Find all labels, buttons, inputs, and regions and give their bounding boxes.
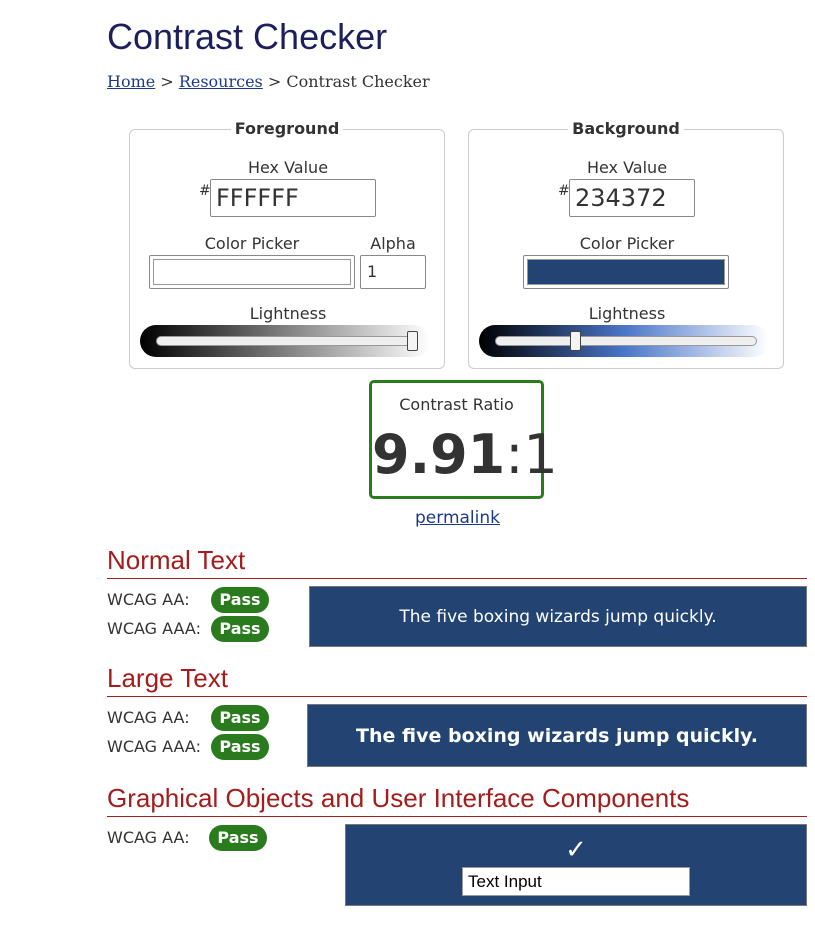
graphical-aa-label: WCAG AA:: [107, 828, 190, 847]
contrast-ratio-box: Contrast Ratio 9.91:1: [369, 380, 558, 499]
large-text-aaa-pass-badge: Pass: [211, 734, 269, 760]
breadcrumb-separator: >: [262, 72, 287, 91]
breadcrumb-home-link[interactable]: Home: [107, 72, 155, 91]
foreground-hex-label: Hex Value: [247, 158, 329, 177]
large-text-aaa-label: WCAG AAA:: [107, 737, 201, 756]
foreground-color-picker-label: Color Picker: [204, 234, 300, 253]
graphical-objects-divider: [107, 816, 807, 817]
background-hash-symbol: #: [558, 183, 570, 199]
sample-text-input[interactable]: Text Input: [462, 867, 690, 896]
foreground-color-swatch: [153, 259, 351, 285]
contrast-ratio-number: 9.91: [372, 423, 506, 486]
background-color-picker[interactable]: [523, 255, 729, 289]
breadcrumb-separator: >: [155, 72, 179, 91]
foreground-legend: Foreground: [230, 119, 344, 138]
normal-text-aaa-label: WCAG AAA:: [107, 619, 201, 638]
foreground-panel: Foreground Hex Value # FFFFFF Color Pick…: [129, 119, 445, 369]
normal-text-aa-pass-badge: Pass: [211, 587, 269, 613]
contrast-ratio-label: Contrast Ratio: [399, 395, 514, 414]
background-lightness-label: Lightness: [588, 304, 666, 323]
foreground-hash-symbol: #: [199, 183, 211, 199]
normal-text-aa-label: WCAG AA:: [107, 590, 190, 609]
breadcrumb-current: Contrast Checker: [286, 72, 430, 91]
background-lightness-slider[interactable]: [479, 325, 769, 357]
large-text-aa-pass-badge: Pass: [211, 705, 269, 731]
ui-components-sample: ✓ Text Input: [345, 824, 807, 906]
foreground-alpha-label: Alpha: [370, 234, 416, 253]
graphical-aa-pass-badge: Pass: [209, 825, 267, 851]
permalink-link[interactable]: permalink: [415, 508, 500, 528]
normal-text-heading: Normal Text: [107, 545, 246, 575]
foreground-lightness-thumb[interactable]: [407, 331, 418, 351]
background-legend: Background: [568, 119, 684, 138]
contrast-ratio-value: 9.91:1: [372, 423, 558, 486]
graphical-objects-heading: Graphical Objects and User Interface Com…: [107, 783, 690, 813]
contrast-ratio-suffix: :1: [505, 423, 558, 486]
foreground-color-picker[interactable]: [149, 255, 355, 289]
background-color-picker-label: Color Picker: [579, 234, 675, 253]
breadcrumb-resources-link[interactable]: Resources: [179, 72, 263, 91]
foreground-lightness-label: Lightness: [249, 304, 327, 323]
background-hex-label: Hex Value: [586, 158, 668, 177]
foreground-hex-input[interactable]: FFFFFF: [210, 179, 376, 217]
normal-text-aaa-pass-badge: Pass: [211, 616, 269, 642]
background-hex-input[interactable]: 234372: [569, 179, 695, 217]
large-text-heading: Large Text: [107, 663, 228, 693]
large-text-sample: The five boxing wizards jump quickly.: [307, 704, 807, 767]
foreground-alpha-input[interactable]: 1: [360, 255, 426, 289]
foreground-lightness-rail: [156, 336, 418, 346]
normal-text-divider: [107, 578, 807, 579]
page-title: Contrast Checker: [107, 16, 388, 57]
background-panel: Background Hex Value # 234372 Color Pick…: [468, 119, 784, 369]
checkmark-icon: ✓: [565, 835, 587, 865]
breadcrumb: Home > Resources > Contrast Checker: [107, 72, 430, 91]
background-lightness-thumb[interactable]: [570, 331, 582, 351]
large-text-aa-label: WCAG AA:: [107, 708, 190, 727]
background-lightness-rail: [495, 336, 757, 346]
background-color-swatch: [527, 259, 725, 285]
foreground-lightness-slider[interactable]: [140, 325, 430, 357]
normal-text-sample: The five boxing wizards jump quickly.: [309, 586, 807, 647]
large-text-divider: [107, 696, 807, 697]
